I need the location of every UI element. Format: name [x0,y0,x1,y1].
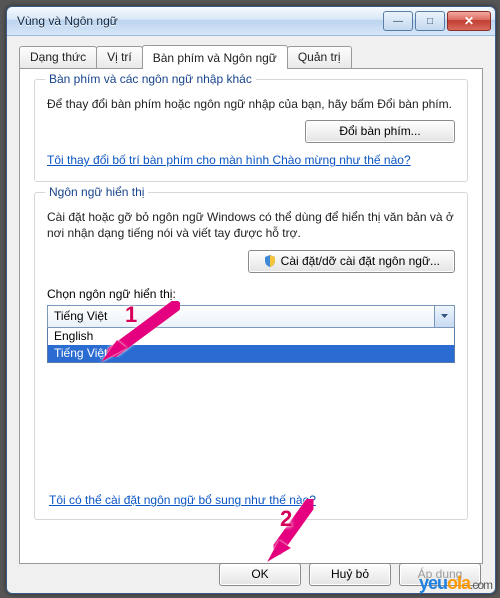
tab-admin[interactable]: Quản trị [287,46,352,68]
close-button[interactable]: ✕ [447,11,491,31]
change-keyboard-button[interactable]: Đổi bàn phím... [305,120,455,143]
group-keyboard: Bàn phím và các ngôn ngữ nhập khác Để th… [34,79,468,182]
ok-button[interactable]: OK [219,563,301,586]
tab-location[interactable]: Vị trí [96,46,143,68]
choose-language-label: Chọn ngôn ngữ hiển thị: [47,287,455,301]
install-uninstall-language-label: Cài đặt/dỡ cài đặt ngôn ngữ... [281,254,440,268]
titlebar: Vùng và Ngôn ngữ — □ ✕ [7,7,495,36]
install-uninstall-language-button[interactable]: Cài đặt/dỡ cài đặt ngôn ngữ... [248,250,455,273]
display-language-combo[interactable]: Tiếng Việt English Tiếng Việt [47,305,455,363]
watermark: yeuola.com [419,573,492,594]
tab-strip: Dạng thức Vị trí Bàn phím và Ngôn ngữ Qu… [19,44,483,68]
group-display-text: Cài đặt hoặc gỡ bỏ ngôn ngữ Windows có t… [47,209,455,241]
chevron-down-icon[interactable] [434,306,454,327]
group-display-language: Ngôn ngữ hiển thị Cài đặt hoặc gỡ bỏ ngô… [34,192,468,520]
group-display-legend: Ngôn ngữ hiển thị [45,185,148,199]
minimize-button[interactable]: — [383,11,413,31]
install-more-languages-link[interactable]: Tôi có thể cài đặt ngôn ngữ bổ sung như … [49,493,316,507]
group-keyboard-legend: Bàn phím và các ngôn ngữ nhập khác [45,72,256,86]
shield-icon [263,254,277,268]
option-tieng-viet[interactable]: Tiếng Việt [48,345,454,362]
tab-page-keyboard-language: Bàn phím và các ngôn ngữ nhập khác Để th… [19,68,483,564]
region-language-dialog: Vùng và Ngôn ngữ — □ ✕ Dạng thức Vị trí … [6,6,496,594]
window-title: Vùng và Ngôn ngữ [17,14,381,28]
display-language-dropdown: English Tiếng Việt [47,328,455,363]
group-keyboard-text: Để thay đổi bàn phím hoặc ngôn ngữ nhập … [47,96,455,112]
tab-keyboard-language[interactable]: Bàn phím và Ngôn ngữ [142,45,288,69]
option-english[interactable]: English [48,328,454,345]
keyboard-help-link[interactable]: Tôi thay đổi bố trí bàn phím cho màn hìn… [47,153,411,167]
maximize-button[interactable]: □ [415,11,445,31]
display-language-value: Tiếng Việt [54,309,107,323]
cancel-button[interactable]: Huỷ bỏ [309,563,391,586]
tab-format[interactable]: Dạng thức [19,46,97,68]
